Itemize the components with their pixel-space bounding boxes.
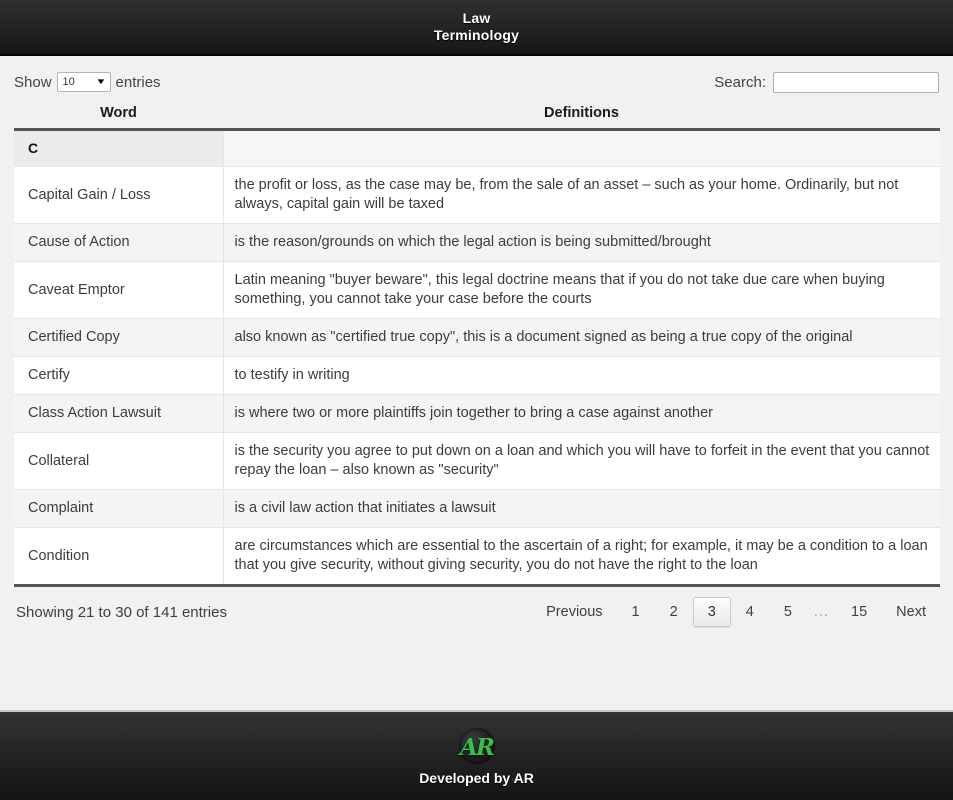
row-definition: is the reason/grounds on which the legal…: [223, 223, 940, 262]
page-title-line2: Terminology: [433, 27, 520, 43]
pagination-next[interactable]: Next: [882, 597, 940, 627]
table-row[interactable]: Certified Copy also known as "certified …: [14, 318, 940, 357]
pagination-page-4[interactable]: 4: [731, 597, 769, 627]
site-footer: AR Developed by AR: [0, 710, 953, 800]
table-row[interactable]: Condition are circumstances which are es…: [14, 527, 940, 587]
table-row[interactable]: Complaint is a civil law action that ini…: [14, 489, 940, 528]
table-row[interactable]: Class Action Lawsuit is where two or mor…: [14, 394, 940, 433]
row-word: Certified Copy: [14, 318, 224, 357]
ar-logo-icon: AR: [456, 727, 498, 769]
table-info: Showing 21 to 30 of 141 entries: [16, 603, 227, 621]
row-definition: is the security you agree to put down on…: [223, 432, 940, 490]
row-word: Complaint: [14, 489, 224, 528]
entries-label: entries: [115, 73, 161, 91]
logo-monogram: AR: [460, 734, 495, 761]
row-word: Collateral: [14, 432, 224, 490]
pagination-page-3[interactable]: 3: [692, 597, 731, 627]
group-empty-cell: [223, 129, 940, 167]
row-word: Caveat Emptor: [14, 261, 224, 319]
page-length-select[interactable]: 10 ▼: [56, 72, 111, 92]
search-input[interactable]: [773, 71, 939, 93]
pagination-page-last[interactable]: 15: [836, 597, 882, 627]
row-definition: to testify in writing: [223, 356, 940, 395]
page-body: Show 10 ▼ entries Search: Word Definitio…: [0, 56, 953, 710]
search-control: Search:: [714, 71, 939, 93]
group-label: C: [14, 129, 224, 167]
table-row[interactable]: Capital Gain / Loss the profit or loss, …: [14, 166, 940, 224]
pagination: Previous 1 2 3 4 5 ... 15 Next: [532, 597, 940, 627]
row-definition: are circumstances which are essential to…: [223, 527, 940, 587]
pagination-page-1[interactable]: 1: [617, 597, 655, 627]
table-group-row: C: [14, 129, 940, 167]
page-title-line1: Law: [462, 10, 491, 26]
table-row[interactable]: Collateral is the security you agree to …: [14, 432, 940, 490]
row-word: Class Action Lawsuit: [14, 394, 224, 433]
row-word: Condition: [14, 527, 224, 587]
row-definition: also known as "certified true copy", thi…: [223, 318, 940, 357]
pagination-page-2[interactable]: 2: [655, 597, 693, 627]
table-row[interactable]: Cause of Action is the reason/grounds on…: [14, 223, 940, 262]
row-word: Cause of Action: [14, 223, 224, 262]
table-row[interactable]: Certify to testify in writing: [14, 356, 940, 395]
row-definition: is a civil law action that initiates a l…: [223, 489, 940, 528]
search-label: Search:: [714, 73, 766, 91]
row-definition: is where two or more plaintiffs join tog…: [223, 394, 940, 433]
row-definition: Latin meaning "buyer beware", this legal…: [223, 261, 940, 319]
column-header-definitions[interactable]: Definitions: [223, 102, 940, 131]
table-container: Word Definitions C Capital Gain / Loss t…: [14, 102, 940, 587]
site-header: Law Terminology: [0, 0, 953, 56]
row-definition: the profit or loss, as the case may be, …: [223, 166, 940, 224]
pagination-page-5[interactable]: 5: [769, 597, 807, 627]
table-row[interactable]: Caveat Emptor Latin meaning "buyer bewar…: [14, 261, 940, 319]
row-word: Capital Gain / Loss: [14, 166, 224, 224]
pagination-previous[interactable]: Previous: [532, 597, 616, 627]
table-footer-bar: Showing 21 to 30 of 141 entries Previous…: [14, 587, 940, 627]
table-header-row: Word Definitions: [14, 102, 940, 131]
chevron-down-icon: ▼: [95, 77, 107, 86]
row-word: Certify: [14, 356, 224, 395]
pagination-ellipsis: ...: [813, 604, 830, 620]
show-label: Show: [14, 73, 52, 91]
page-length-value: 10: [62, 76, 75, 88]
footer-credit: Developed by AR: [419, 769, 534, 786]
column-header-word[interactable]: Word: [14, 102, 223, 131]
page-length-control: Show 10 ▼ entries: [14, 72, 161, 92]
table-head: Word Definitions: [14, 102, 940, 131]
table-controls: Show 10 ▼ entries Search:: [14, 56, 939, 100]
terminology-table: Word Definitions C Capital Gain / Loss t…: [14, 102, 940, 587]
table-body: C Capital Gain / Loss the profit or loss…: [14, 129, 940, 587]
